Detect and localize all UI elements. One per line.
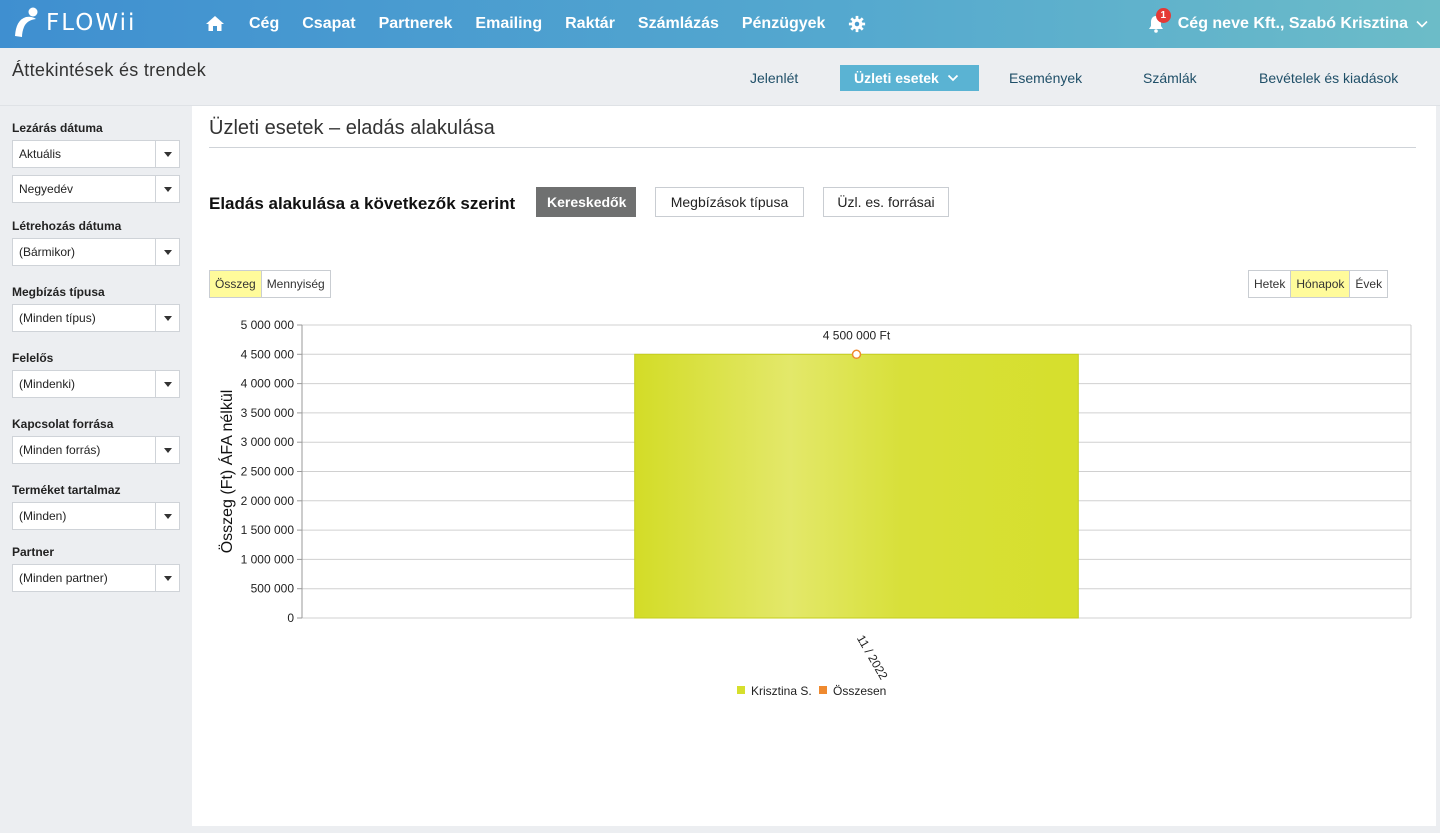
gear-icon[interactable] [848,15,866,33]
select-value: (Minden típus) [19,311,96,325]
nav-item-partnerek[interactable]: Partnerek [379,15,453,33]
y-axis-label-group: Összeg (Ft) ÁFA nélkül [217,390,236,554]
legend-swatch [737,686,745,694]
filter-label-termeket-tartalmaz: Terméket tartalmaz [12,483,121,497]
filter-partner-select[interactable]: (Minden partner) [12,564,180,592]
legend-label: Krisztina S. [751,684,812,698]
filter-letrehozas-select[interactable]: (Bármikor) [12,238,180,266]
filter-termek-select[interactable]: (Minden) [12,502,180,530]
dropdown-arrow-icon[interactable] [155,565,179,591]
dropdown-arrow-icon[interactable] [155,305,179,331]
y-tick-label: 4 500 000 [241,347,295,361]
y-tick-label: 1 000 000 [241,552,295,566]
main-panel: Üzleti esetek – eladás alakulása Eladás … [192,106,1436,826]
select-value: (Minden forrás) [19,443,101,457]
filter-label-felelos: Felelős [12,351,54,365]
filter-lezaras-aktualis-select[interactable]: Aktuális [12,140,180,168]
filter-felelos-select[interactable]: (Mindenki) [12,370,180,398]
y-tick-label: 1 500 000 [241,523,295,537]
chart-legend: Krisztina S. Összesen [737,684,886,698]
filter-kapcsolat-forrasa-select[interactable]: (Minden forrás) [12,436,180,464]
x-tick-label: 11 / 2022 [854,633,891,683]
notifications[interactable]: 1 [1148,8,1171,33]
y-tick-label: 4 000 000 [241,377,295,391]
select-value: Negyedév [19,182,74,196]
tab-jelenlet[interactable]: Jelenlét [750,65,798,91]
notification-count-badge: 1 [1155,8,1171,23]
dropdown-arrow-icon[interactable] [155,371,179,397]
filter-label-letrehozas-datuma: Létrehozás dátuma [12,219,122,233]
nav-item-penzugyek[interactable]: Pénzügyek [742,15,826,33]
select-value: (Minden partner) [19,571,108,585]
y-tick-label: 3 500 000 [241,406,295,420]
x-axis-ticks: 11 / 2022 [854,633,891,683]
nav-item-emailing[interactable]: Emailing [475,15,542,33]
filter-megbizas-tipusa-select[interactable]: (Minden típus) [12,304,180,332]
y-tick-label: 2 500 000 [241,465,295,479]
y-tick-label: 2 000 000 [241,494,295,508]
dropdown-arrow-icon[interactable] [155,141,179,167]
y-axis-ticks: 0 500 000 1 000 000 1 500 000 2 000 000 2 500… [241,318,295,625]
nav-item-szamlazas[interactable]: Számlázás [638,15,719,33]
select-value: (Bármikor) [19,245,75,259]
filter-label-kapcsolat-forrasa: Kapcsolat forrása [12,417,114,431]
data-label: 4 500 000 Ft [823,328,891,342]
legend-label: Összesen [833,684,886,698]
user-name[interactable]: Cég neve Kft., Szabó Krisztina [1178,15,1408,33]
dropdown-arrow-icon[interactable] [155,437,179,463]
main-nav: Cég Csapat Partnerek Emailing Raktár Szá… [205,0,866,48]
dropdown-arrow-icon[interactable] [155,239,179,265]
bar [634,353,1079,619]
chevron-down-icon[interactable] [1416,18,1428,30]
chart-data-labels: 4 500 000 Ft [823,328,891,342]
total-point [851,349,862,360]
nav-item-csapat[interactable]: Csapat [302,15,355,33]
nav-item-raktar[interactable]: Raktár [565,15,615,33]
select-value: (Minden) [19,509,67,523]
tab-uzleti-esetek[interactable]: Üzleti esetek [840,65,979,91]
filter-label-megbizas-tipusa: Megbízás típusa [12,285,105,299]
tab-esemenyek[interactable]: Események [1009,65,1082,91]
y-tick-label: 5 000 000 [241,318,295,332]
brand-logo[interactable]: FLOWii [12,6,136,40]
filter-sidebar: Lezárás dátuma Aktuális Negyedév Létreho… [0,106,192,833]
top-navigation-bar: FLOWii Cég Csapat Partnerek Emailing Rak… [0,0,1440,48]
nav-item-ceg[interactable]: Cég [249,15,279,33]
y-tick-label: 3 000 000 [241,435,295,449]
filter-label-partner: Partner [12,545,55,559]
tab-uzleti-esetek-label: Üzleti esetek [854,70,939,86]
tab-bevetelek-es-kiadasok[interactable]: Bevételek és kiadások [1259,65,1398,91]
filter-label-lezaras-datuma: Lezárás dátuma [12,121,103,135]
home-icon[interactable] [205,14,225,34]
chart-bars [634,349,1079,619]
subheader: Áttekintések és trendek Jelenlét Üzleti … [0,48,1440,106]
brand-name: FLOWii [46,10,137,36]
y-axis-label: Összeg (Ft) ÁFA nélkül [217,390,236,554]
filter-lezaras-periodus-select[interactable]: Negyedév [12,175,180,203]
tab-szamlak[interactable]: Számlák [1143,65,1197,91]
dropdown-arrow-icon[interactable] [155,503,179,529]
user-menu[interactable]: 1 Cég neve Kft., Szabó Krisztina [1148,0,1428,48]
select-value: (Mindenki) [19,377,76,391]
section-tabs: Jelenlét Üzleti esetek Események Számlák… [0,65,1440,91]
flowii-logo-icon [15,7,38,37]
y-tick-label: 500 000 [251,582,295,596]
select-value: Aktuális [19,147,62,161]
y-tick-label: 0 [287,611,294,625]
dropdown-arrow-icon[interactable] [155,176,179,202]
sales-chart: 0 500 000 1 000 000 1 500 000 2 000 000 2 500… [217,318,1412,698]
legend-swatch [819,686,827,694]
chevron-down-icon [947,74,958,82]
